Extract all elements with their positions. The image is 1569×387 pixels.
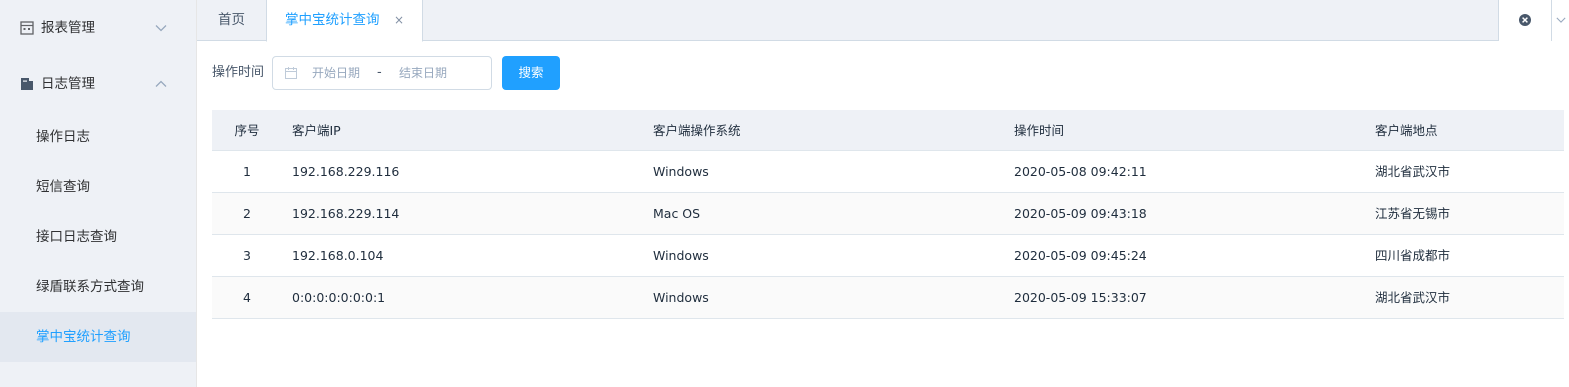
tab-pocket-stats-query[interactable]: 掌中宝统计查询 × [266,0,423,42]
tab-bar: 首页 掌中宝统计查询 × [197,0,1569,42]
column-header: 序号 [234,123,260,138]
table-header: 序号 客户端IP 客户端操作系统 操作时间 客户端地点 [212,110,1564,151]
table-cell: 2020-05-09 09:45:24 [1014,248,1147,263]
column-header: 操作时间 [1014,123,1065,138]
table-cell: 2020-05-09 09:43:18 [1014,206,1147,221]
close-icon[interactable]: × [394,0,404,41]
chevron-down-icon [155,25,167,32]
date-range-picker[interactable]: 开始日期 - 结束日期 [272,56,492,90]
table-cell: 2020-05-09 15:33:07 [1014,290,1147,305]
menu-group-label: 日志管理 [41,76,95,92]
menu-group-report[interactable]: 报表管理 [0,0,196,56]
table-cell: 192.168.229.114 [292,206,400,221]
table-cell: 湖北省武汉市 [1375,290,1451,305]
filter-label: 操作时间 [212,65,265,80]
column-header: 客户端IP [292,123,341,138]
table-cell: 3 [243,248,251,263]
tab-dropdown-button[interactable] [1551,0,1569,41]
sidebar-item-operation-log[interactable]: 操作日志 [0,112,196,162]
table-cell: 4 [243,290,251,305]
table-cell: 1 [243,164,251,179]
table-cell: 2020-05-08 09:42:11 [1014,164,1147,179]
column-header: 客户端操作系统 [653,123,741,138]
search-button[interactable]: 搜索 [502,56,560,90]
table-cell: 2 [243,206,251,221]
table-cell: Windows [653,290,709,305]
tab-tools [1498,0,1569,41]
end-date-input[interactable]: 结束日期 [399,57,447,89]
column-header: 客户端地点 [1375,123,1438,138]
table-cell: 江苏省无锡市 [1375,206,1451,221]
tab-home[interactable]: 首页 [197,0,266,41]
report-icon [20,21,34,35]
sidebar: 报表管理 日志管理 操作日志 短信查询 接口日志查询 绿盾联系方式查询 掌中宝统… [0,0,197,387]
date-range-separator: - [377,65,382,80]
sidebar-item-pocket-stats-query[interactable]: 掌中宝统计查询 [0,312,196,362]
table-cell: 四川省成都市 [1375,248,1451,263]
table-cell: Mac OS [653,206,701,221]
table-cell: 湖北省武汉市 [1375,164,1451,179]
sidebar-item-contact-query[interactable]: 绿盾联系方式查询 [0,262,196,312]
chevron-up-icon [155,80,167,87]
chevron-down-icon [1556,17,1566,23]
table-cell: 192.168.0.104 [292,248,384,263]
close-all-tabs-icon[interactable] [1518,13,1532,27]
sidebar-item-api-log-query[interactable]: 接口日志查询 [0,212,196,262]
sidebar-item-sms-query[interactable]: 短信查询 [0,162,196,212]
menu-group-log[interactable]: 日志管理 [0,56,196,112]
log-icon [21,78,33,90]
table-cell: 192.168.229.116 [292,164,400,179]
start-date-input[interactable]: 开始日期 [312,57,360,89]
menu-group-label: 报表管理 [41,20,95,36]
tab-label: 掌中宝统计查询 [285,12,380,28]
table-cell: Windows [653,248,709,263]
table-row[interactable]: 3 192.168.0.104 Windows 2020-05-09 09:45… [212,235,1564,277]
table-row[interactable]: 1 192.168.229.116 Windows 2020-05-08 09:… [212,151,1564,193]
table-cell: 0:0:0:0:0:0:0:1 [292,290,386,305]
table-row[interactable]: 2 192.168.229.114 Mac OS 2020-05-09 09:4… [212,193,1564,235]
calendar-icon [285,67,297,79]
table-cell: Windows [653,164,709,179]
table-row[interactable]: 4 0:0:0:0:0:0:0:1 Windows 2020-05-09 15:… [212,277,1564,319]
